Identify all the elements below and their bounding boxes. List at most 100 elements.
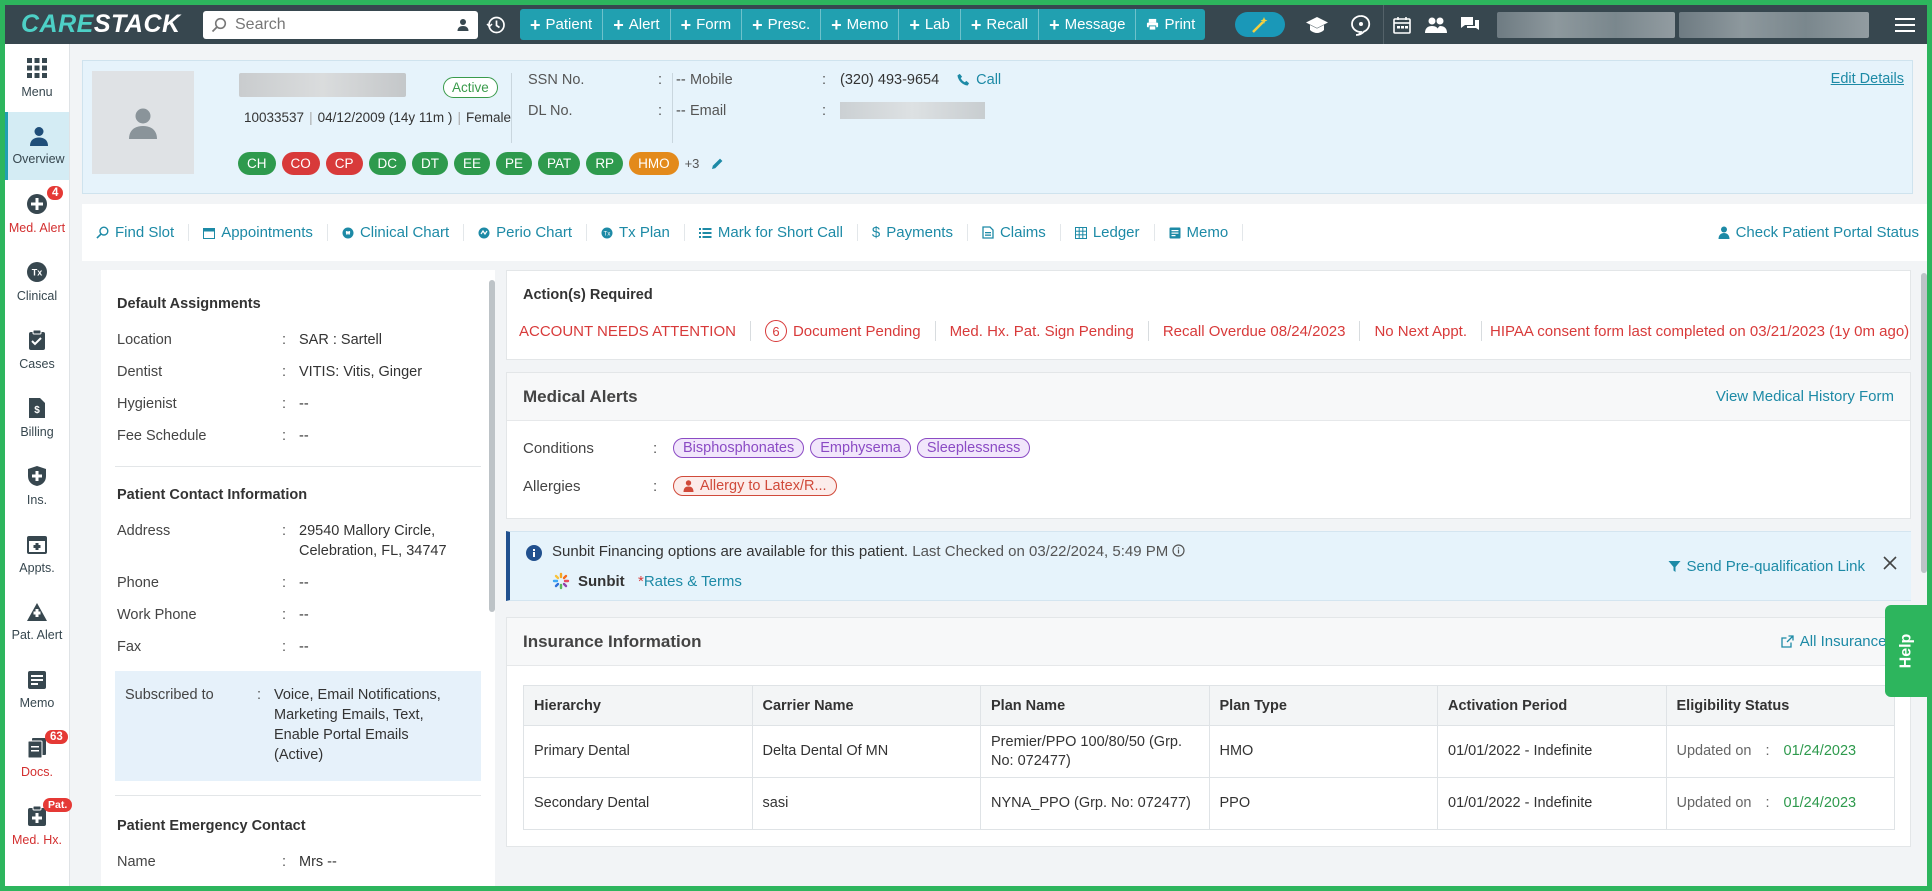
document-pending-item[interactable]: 6 Document Pending (751, 320, 936, 342)
nav-memo[interactable]: Memo (5, 656, 69, 724)
nav-pat-alert[interactable]: Pat. Alert (5, 588, 69, 656)
fax-label: Fax (117, 639, 142, 655)
tab-claims[interactable]: Claims (968, 224, 1061, 241)
action-text: Med. Hx. Pat. Sign Pending (949, 322, 1134, 340)
send-prequalification-link[interactable]: Send Pre-qualification Link (1668, 558, 1865, 575)
more-tags-count[interactable]: +3 (685, 156, 700, 171)
nav-appointments[interactable]: Appts. (5, 520, 69, 588)
documents-count-badge: 63 (45, 730, 68, 744)
condition-pill[interactable]: Emphysema (810, 438, 911, 458)
tab-label: Payments (886, 224, 953, 241)
patient-flag-tag[interactable]: CO (281, 152, 320, 175)
person-placeholder-icon (129, 108, 157, 139)
print-button[interactable]: Print (1136, 9, 1205, 40)
quick-add-lab-button[interactable]: + Lab (899, 9, 961, 40)
edit-details-link[interactable]: Edit Details (1831, 71, 1904, 87)
condition-pill[interactable]: Bisphosphonates (673, 438, 805, 458)
carestack-logo[interactable]: CARE STACK (5, 5, 195, 44)
quick-add-memo-button[interactable]: + Memo (821, 9, 900, 40)
patient-flag-tag[interactable]: CP (325, 152, 363, 175)
plus-icon: + (831, 14, 842, 35)
calendar-icon[interactable] (1383, 5, 1419, 44)
eligibility-date[interactable]: 01/24/2023 (1784, 743, 1857, 759)
help-label: Help (1896, 633, 1914, 669)
account-attention-item[interactable]: ACCOUNT NEEDS ATTENTION (519, 321, 751, 341)
hipaa-consent-item[interactable]: HIPAA consent form last completed on 03/… (1482, 321, 1910, 341)
rates-terms-link[interactable]: *Rates & Terms (638, 573, 742, 590)
call-button[interactable]: Call (957, 72, 1001, 88)
help-button[interactable]: Help (1885, 605, 1927, 697)
info-circle-icon[interactable] (1172, 544, 1186, 557)
nav-med-history[interactable]: Pat. Med. Hx. (5, 792, 73, 860)
recall-overdue-item[interactable]: Recall Overdue 08/24/2023 (1149, 321, 1361, 341)
patient-flag-tag[interactable]: DT (412, 152, 449, 175)
column-header: Plan Type (1208, 685, 1438, 726)
history-icon[interactable] (478, 15, 514, 35)
tab-perio-chart[interactable]: Perio Chart (464, 224, 588, 241)
tab-tx-plan[interactable]: Tx Tx Plan (587, 224, 685, 241)
condition-pill[interactable]: Sleeplessness (916, 438, 1031, 458)
tab-find-slot[interactable]: Find Slot (82, 224, 190, 241)
patient-flag-tag[interactable]: PAT (538, 152, 581, 175)
nav-med-alert[interactable]: 4 Med. Alert (5, 180, 69, 248)
nav-billing[interactable]: $ Billing (5, 384, 69, 452)
person-search-icon[interactable] (456, 18, 470, 32)
eligibility-date[interactable]: 01/24/2023 (1784, 795, 1857, 811)
tab-mark-short-call[interactable]: Mark for Short Call (685, 224, 858, 241)
table-row[interactable]: Primary Dental Delta Dental Of MN Premier/… (523, 725, 1895, 778)
hamburger-menu-icon[interactable] (1883, 5, 1927, 44)
view-medical-history-link[interactable]: View Medical History Form (1716, 388, 1894, 405)
patient-flag-tag[interactable]: HMO (629, 152, 679, 175)
nav-insurance[interactable]: Ins. (5, 452, 69, 520)
cell-plan: Premier/PPO 100/80/50 (Grp. No: 072477) (980, 725, 1210, 778)
search-input[interactable] (235, 15, 448, 34)
global-search[interactable] (203, 10, 478, 39)
quick-add-patient-button[interactable]: + Patient (520, 9, 604, 40)
close-icon[interactable] (1883, 556, 1897, 570)
patient-flag-tag[interactable]: PE (496, 152, 533, 175)
nav-overview[interactable]: Overview (5, 112, 69, 180)
quick-add-prescription-button[interactable]: + Presc. (742, 9, 822, 40)
users-icon[interactable] (1419, 5, 1453, 44)
tab-clinical-chart[interactable]: Clinical Chart (328, 224, 465, 241)
edit-pencil-icon[interactable] (711, 157, 724, 170)
send-link-text: Send Pre-qualification Link (1686, 558, 1865, 575)
table-row[interactable]: Secondary Dental sasi NYNA_PPO (Grp. No: 0… (523, 777, 1895, 830)
quick-add-form-button[interactable]: + Form (671, 9, 743, 40)
main-scrollbar[interactable] (1921, 273, 1927, 573)
phone-label: Phone (117, 575, 159, 591)
quick-add-recall-button[interactable]: + Recall (961, 9, 1040, 40)
no-next-appt-item[interactable]: No Next Appt. (1360, 321, 1483, 341)
nav-cases[interactable]: Cases (5, 316, 69, 384)
magic-wand-icon[interactable] (1235, 12, 1286, 37)
patient-flag-tag[interactable]: CH (238, 152, 276, 175)
messages-icon[interactable] (1453, 5, 1487, 44)
quick-add-alert-button[interactable]: + Alert (603, 9, 671, 40)
tab-appointments[interactable]: Appointments (189, 224, 328, 241)
panel-scrollbar[interactable] (489, 280, 495, 612)
tab-payments[interactable]: $ Payments (858, 224, 968, 241)
allergy-pill[interactable]: Allergy to Latex/R... (673, 476, 837, 496)
sunbit-financing-banner: Sunbit Financing options are available f… (506, 531, 1911, 601)
patient-flag-tag[interactable]: DC (368, 152, 407, 175)
all-insurances-link[interactable]: All Insurances (1781, 633, 1894, 650)
nav-documents[interactable]: 63 Docs. (5, 724, 69, 792)
person-icon (683, 480, 694, 492)
check-portal-status-button[interactable]: Check Patient Portal Status (1704, 224, 1927, 241)
hygienist-row: Hygienist: -- (101, 388, 495, 420)
quick-add-message-button[interactable]: + Message (1039, 9, 1137, 40)
patient-flag-tag[interactable]: EE (454, 152, 491, 175)
medhx-sign-pending-item[interactable]: Med. Hx. Pat. Sign Pending (936, 321, 1149, 341)
tab-ledger[interactable]: Ledger (1061, 224, 1155, 241)
nav-menu[interactable]: Menu (5, 44, 69, 112)
insurance-table: Hierarchy Carrier Name Plan Name Plan Type A… (523, 685, 1895, 830)
avatar[interactable] (92, 71, 194, 174)
nav-clinical[interactable]: Tx Clinical (5, 248, 69, 316)
email-redacted (840, 102, 985, 119)
eligibility-label: Updated on (1676, 743, 1752, 759)
phone-value: -- (299, 575, 309, 591)
tab-memo[interactable]: Memo (1155, 224, 1244, 241)
chat-bubble-icon[interactable] (1339, 5, 1383, 44)
patient-flag-tag[interactable]: RP (586, 152, 624, 175)
graduation-cap-icon[interactable] (1295, 5, 1339, 44)
